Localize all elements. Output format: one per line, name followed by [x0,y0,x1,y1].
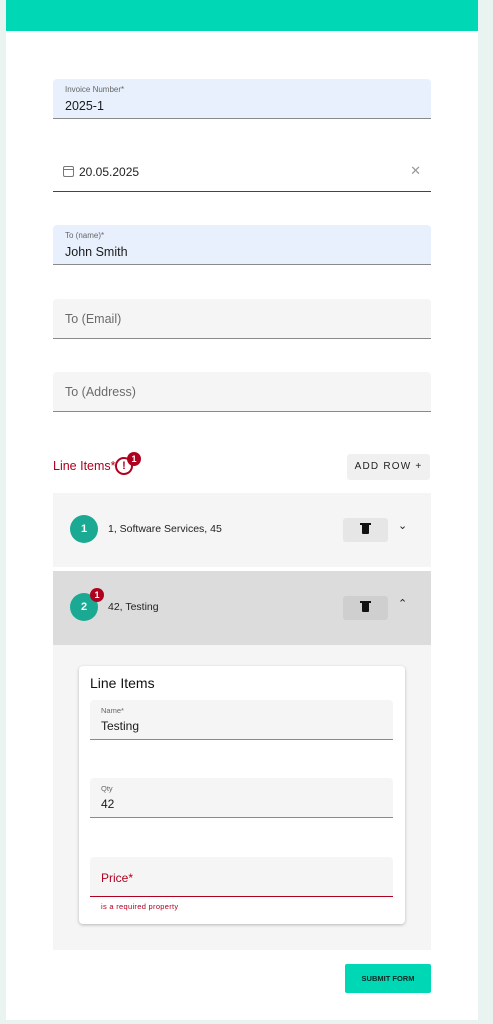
invoice-number-value: 2025-1 [65,99,104,113]
chevron-down-icon[interactable]: ⌄ [398,519,407,532]
item-name-field[interactable]: Name* Testing [90,700,393,740]
top-bar [6,0,478,31]
item-qty-label: Qty [101,784,113,793]
date-field[interactable]: 20.05.2025 ✕ [53,152,431,192]
to-name-field[interactable]: To (name)* John Smith [53,225,431,265]
item-name-value: Testing [101,719,140,733]
invoice-number-label: Invoice Number* [65,85,125,94]
invoice-number-field[interactable]: Invoice Number* 2025-1 [53,79,431,119]
line-item-row-2[interactable]: 2 1 42, Testing ⌃ [53,571,431,645]
close-icon[interactable]: ✕ [410,163,421,179]
row-summary: 1, Software Services, 45 [108,523,222,535]
trash-icon [360,523,371,534]
line-item-row-1[interactable]: 1 1, Software Services, 45 ⌄ [53,493,431,567]
to-email-field[interactable]: To (Email) [53,299,431,339]
to-address-field[interactable]: To (Address) [53,372,431,412]
item-price-placeholder: Price* [101,871,134,885]
item-qty-value: 42 [101,797,115,811]
error-count-badge: 1 [127,452,141,466]
to-name-value: John Smith [65,245,128,259]
calendar-icon[interactable] [63,166,74,177]
submit-form-button[interactable]: SUBMIT FORM [345,964,431,993]
date-value: 20.05.2025 [79,165,140,179]
add-row-button[interactable]: ADD ROW + [347,454,430,480]
editor-title: Line Items [90,675,155,691]
chevron-up-icon[interactable]: ⌃ [398,597,407,610]
to-email-placeholder: To (Email) [65,312,122,326]
line-item-editor-card: Line Items Name* Testing Qty 42 Price* i… [79,666,405,924]
row-error-badge: 1 [90,588,104,602]
delete-row-button[interactable] [343,518,388,542]
to-name-label: To (name)* [65,231,105,240]
row-summary: 42, Testing [108,601,159,613]
to-address-placeholder: To (Address) [65,385,136,399]
line-items-label: Line Items* [53,459,116,473]
item-name-label: Name* [101,706,124,715]
price-error-message: is a required property [101,902,179,911]
trash-icon [360,601,371,612]
item-price-field[interactable]: Price* [90,857,393,897]
delete-row-button[interactable] [343,596,388,620]
item-qty-field[interactable]: Qty 42 [90,778,393,818]
row-index-badge: 1 [70,515,98,543]
